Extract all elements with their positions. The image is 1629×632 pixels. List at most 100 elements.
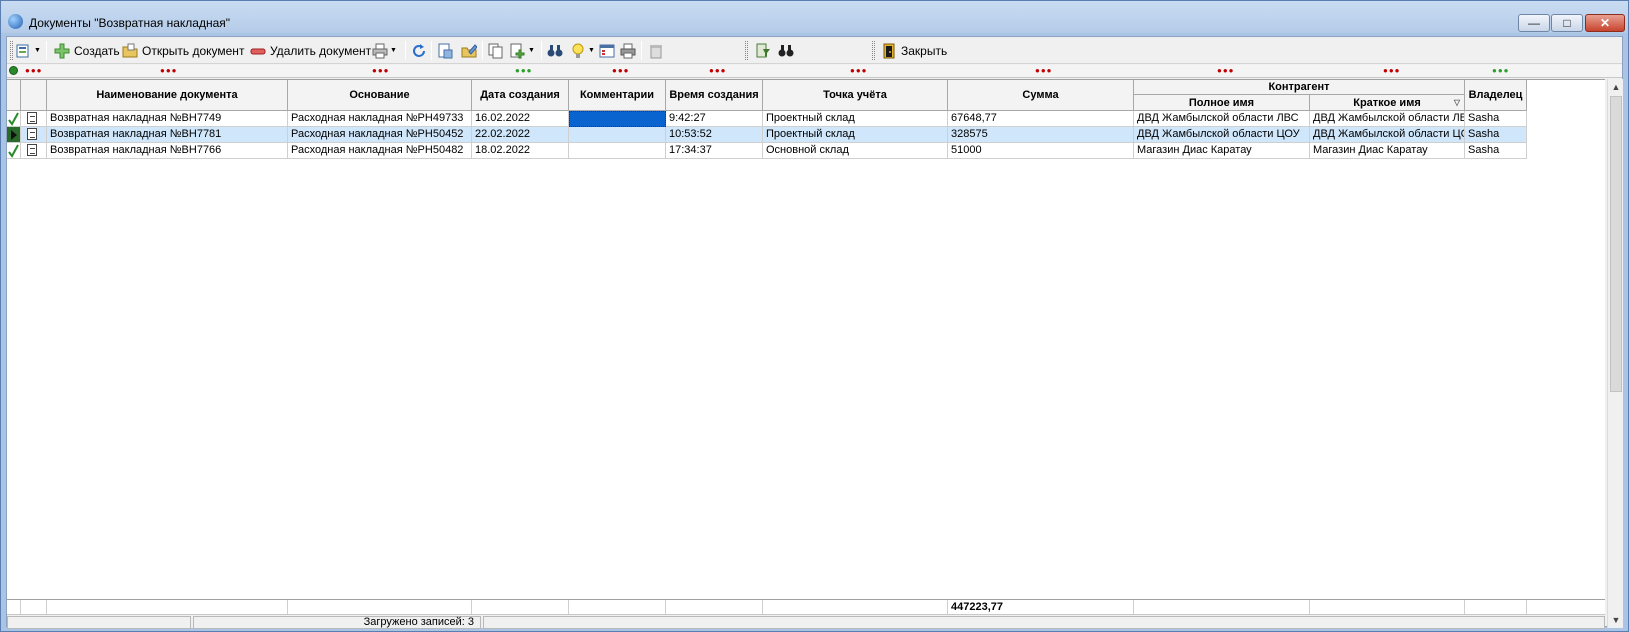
search-button[interactable] — [778, 40, 794, 61]
toolbar-separator — [541, 41, 542, 60]
doc-icon-cell[interactable] — [21, 127, 47, 143]
open-document-button[interactable]: Открыть документ — [122, 40, 244, 61]
trash-button[interactable] — [648, 40, 664, 61]
copy-button[interactable] — [488, 40, 504, 61]
row-indicator[interactable] — [7, 127, 21, 143]
cell-doc-name[interactable]: Возвратная накладная №ВН7781 — [47, 127, 288, 143]
header-short-name[interactable]: Краткое имя ▽ — [1310, 95, 1465, 111]
doc-icon-cell[interactable] — [21, 143, 47, 159]
sort-filter-icon[interactable]: ▽ — [1454, 97, 1460, 109]
trash-icon — [648, 43, 664, 59]
create-button[interactable]: Создать — [54, 40, 120, 61]
column-dots[interactable]: ●●● — [160, 67, 178, 75]
toolbar-separator — [405, 41, 406, 60]
column-dots[interactable]: ●●● — [1035, 67, 1053, 75]
close-button[interactable]: Закрыть — [881, 40, 947, 61]
vertical-scrollbar[interactable]: ▲ ▼ — [1607, 79, 1623, 628]
header-comments[interactable]: Комментарии — [569, 80, 666, 111]
cell-full-name[interactable]: ДВД Жамбылской области ЦОУ — [1134, 127, 1310, 143]
filter-button[interactable] — [755, 40, 771, 61]
toolbar-grip[interactable] — [872, 41, 875, 60]
cell-short-name[interactable]: ДВД Жамбылской области ЛВ — [1310, 111, 1465, 127]
checkmark-icon — [8, 144, 19, 158]
header-counterparty[interactable]: Контрагент — [1134, 80, 1465, 95]
delete-document-button[interactable]: Удалить документ — [250, 40, 371, 61]
cell-created-time[interactable]: 9:42:27 — [666, 111, 763, 127]
header-full-name[interactable]: Полное имя — [1134, 95, 1310, 111]
cell-account-point[interactable]: Проектный склад — [763, 111, 948, 127]
cell-basis[interactable]: Расходная накладная №РН50482 — [288, 143, 472, 159]
scroll-down-icon[interactable]: ▼ — [1608, 612, 1624, 628]
column-dots[interactable]: ●●● — [25, 67, 43, 75]
header-created-time[interactable]: Время создания — [666, 80, 763, 111]
cell-full-name[interactable]: ДВД Жамбылской области ЛВС — [1134, 111, 1310, 127]
print-button[interactable] — [620, 40, 636, 61]
edit-button[interactable] — [461, 40, 478, 61]
hint-menu-button[interactable]: ▼ — [570, 40, 595, 61]
cell-created-date[interactable]: 18.02.2022 — [472, 143, 569, 159]
column-dots[interactable]: ●●● — [1492, 67, 1510, 75]
cell-short-name[interactable]: ДВД Жамбылской области ЦС — [1310, 127, 1465, 143]
column-dots[interactable]: ●●● — [372, 67, 390, 75]
chevron-down-icon: ▼ — [34, 47, 41, 54]
column-dots[interactable]: ●●● — [612, 67, 630, 75]
cell-owner[interactable]: Sasha — [1465, 111, 1527, 127]
row-indicator[interactable] — [7, 111, 21, 127]
footer-cell — [1465, 600, 1527, 615]
cell-created-date[interactable]: 16.02.2022 — [472, 111, 569, 127]
settings-button[interactable] — [599, 40, 615, 61]
cell-account-point[interactable]: Проектный склад — [763, 127, 948, 143]
document-export-icon — [437, 43, 453, 59]
header-created-date[interactable]: Дата создания — [472, 80, 569, 111]
scroll-thumb[interactable] — [1610, 96, 1622, 392]
cell-short-name[interactable]: Магазин Диас Каратау — [1310, 143, 1465, 159]
scroll-up-icon[interactable]: ▲ — [1608, 79, 1624, 95]
cell-doc-name[interactable]: Возвратная накладная №ВН7766 — [47, 143, 288, 159]
cell-full-name[interactable]: Магазин Диас Каратау — [1134, 143, 1310, 159]
cell-created-time[interactable]: 17:34:37 — [666, 143, 763, 159]
header-account-point[interactable]: Точка учёта — [763, 80, 948, 111]
column-dots[interactable]: ●●● — [1217, 67, 1235, 75]
view-menu-button[interactable]: ▼ — [16, 40, 41, 61]
title-bar[interactable]: Документы "Возвратная накладная" — □ ✕ — [1, 1, 1628, 33]
cell-comments-selected[interactable] — [569, 111, 666, 127]
icon-header — [21, 80, 47, 111]
print-menu-button[interactable]: ▼ — [372, 40, 397, 61]
lightbulb-icon — [570, 43, 586, 59]
cell-owner[interactable]: Sasha — [1465, 127, 1527, 143]
add-menu-button[interactable]: ▼ — [510, 40, 535, 61]
cell-doc-name[interactable]: Возвратная накладная №ВН7749 — [47, 111, 288, 127]
export-button[interactable] — [437, 40, 453, 61]
cell-created-time[interactable]: 10:53:52 — [666, 127, 763, 143]
row-indicator[interactable] — [7, 143, 21, 159]
plus-icon — [54, 43, 70, 59]
header-owner[interactable]: Владелец — [1465, 80, 1527, 111]
view-icon — [16, 43, 32, 59]
cell-sum[interactable]: 328575 — [948, 127, 1134, 143]
header-basis[interactable]: Основание — [288, 80, 472, 111]
header-doc-name[interactable]: Наименование документа — [47, 80, 288, 111]
cell-account-point[interactable]: Основной склад — [763, 143, 948, 159]
minimize-button[interactable]: — — [1518, 14, 1550, 32]
copy-icon — [488, 43, 504, 59]
refresh-button[interactable] — [411, 40, 427, 61]
cell-sum[interactable]: 51000 — [948, 143, 1134, 159]
column-dots[interactable]: ●●● — [709, 67, 727, 75]
cell-basis[interactable]: Расходная накладная №РН50452 — [288, 127, 472, 143]
find-button[interactable] — [547, 40, 563, 61]
column-dots[interactable]: ●●● — [1383, 67, 1401, 75]
cell-basis[interactable]: Расходная накладная №РН49733 — [288, 111, 472, 127]
maximize-button[interactable]: □ — [1551, 14, 1583, 32]
toolbar-grip[interactable] — [745, 41, 748, 60]
header-sum[interactable]: Сумма — [948, 80, 1134, 111]
cell-created-date[interactable]: 22.02.2022 — [472, 127, 569, 143]
close-window-button[interactable]: ✕ — [1585, 14, 1625, 32]
toolbar-grip[interactable] — [10, 41, 13, 60]
cell-comments[interactable] — [569, 143, 666, 159]
column-dots[interactable]: ●●● — [850, 67, 868, 75]
doc-icon-cell[interactable] — [21, 111, 47, 127]
cell-sum[interactable]: 67648,77 — [948, 111, 1134, 127]
cell-owner[interactable]: Sasha — [1465, 143, 1527, 159]
column-dots[interactable]: ●●● — [515, 67, 533, 75]
cell-comments[interactable] — [569, 127, 666, 143]
